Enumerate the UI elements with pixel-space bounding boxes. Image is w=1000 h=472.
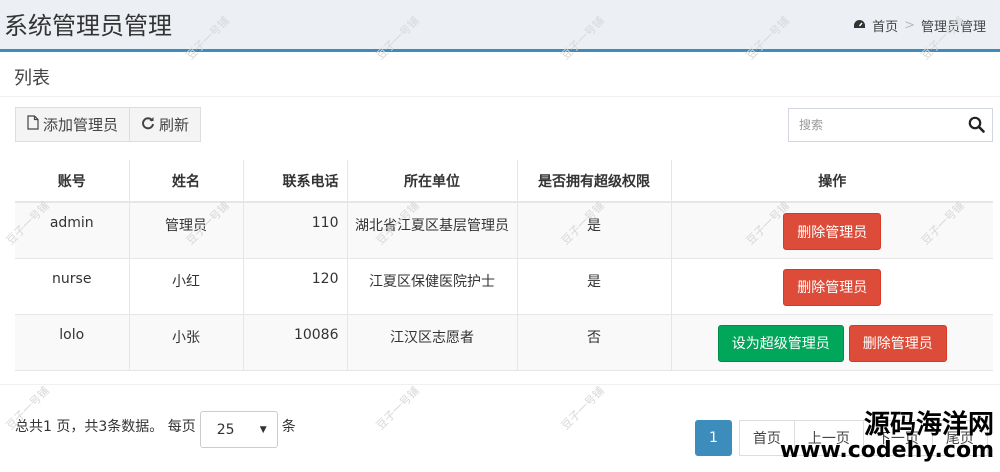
delete-admin-button[interactable]: 删除管理员 bbox=[783, 268, 882, 306]
divider bbox=[0, 96, 1000, 97]
cell-actions: 删除管理员 bbox=[671, 202, 993, 259]
cell-unit: 湖北省江夏区基层管理员 bbox=[347, 202, 518, 259]
page-1-button[interactable]: 1 bbox=[695, 420, 732, 456]
cell-name: 小张 bbox=[129, 314, 244, 371]
brand-line-2: www.codehy.com bbox=[779, 438, 994, 464]
cell-super: 否 bbox=[517, 314, 672, 371]
breadcrumb-home-link[interactable]: 首页 bbox=[872, 16, 898, 35]
table-row: nurse 小红 120 江夏区保健医院护士 是 删除管理员 bbox=[15, 258, 993, 315]
column-header-unit[interactable]: 所在单位 bbox=[347, 160, 518, 203]
search-input[interactable] bbox=[789, 109, 959, 141]
column-header-super[interactable]: 是否拥有超级权限 bbox=[517, 160, 672, 203]
search-icon[interactable] bbox=[968, 116, 985, 137]
cell-super: 是 bbox=[517, 202, 672, 259]
cell-name: 管理员 bbox=[129, 202, 244, 259]
column-header-account[interactable]: 账号 bbox=[15, 160, 130, 203]
cell-account: lolo bbox=[15, 314, 130, 371]
breadcrumb-current: 管理员管理 bbox=[920, 20, 986, 35]
cell-account: nurse bbox=[15, 258, 130, 315]
table-row: lolo 小张 10086 江汉区志愿者 否 设为超级管理员 删除管理员 bbox=[15, 314, 993, 371]
table-row: admin 管理员 110 湖北省江夏区基层管理员 是 删除管理员 bbox=[15, 202, 993, 259]
page-size-select[interactable]: 25 ▼ bbox=[199, 411, 278, 448]
caret-down-icon: ▼ bbox=[259, 424, 267, 435]
admin-table: 账号 姓名 联系电话 所在单位 是否拥有超级权限 操作 admin 管理员 11… bbox=[15, 160, 993, 371]
breadcrumb-separator: > bbox=[904, 18, 915, 33]
brand-line-1: 源码海洋网 bbox=[863, 410, 994, 440]
watermark: 豆子一号铺 bbox=[373, 384, 422, 433]
file-icon bbox=[27, 115, 39, 134]
divider bbox=[0, 384, 1000, 385]
search-box bbox=[788, 108, 993, 142]
pager-summary: 总共1 页，共3条数据。 每页 bbox=[15, 418, 196, 435]
cell-unit: 江汉区志愿者 bbox=[347, 314, 518, 371]
cell-name: 小红 bbox=[129, 258, 244, 315]
cell-actions: 设为超级管理员 删除管理员 bbox=[671, 314, 993, 371]
watermark: 豆子一号铺 bbox=[558, 384, 607, 433]
content-header: 系统管理员管理 首页 > 管理员管理 bbox=[0, 0, 1000, 52]
box-title: 列表 bbox=[14, 68, 50, 89]
cell-super: 是 bbox=[517, 258, 672, 315]
page-size-unit: 条 bbox=[281, 418, 296, 435]
site-brand-overlay: 源码海洋网 www.codehy.com bbox=[779, 410, 994, 464]
refresh-icon bbox=[141, 116, 155, 134]
cell-phone: 10086 bbox=[243, 314, 348, 371]
cell-account: admin bbox=[15, 202, 130, 259]
refresh-label: 刷新 bbox=[159, 116, 190, 134]
column-header-phone[interactable]: 联系电话 bbox=[243, 160, 348, 203]
dashboard-icon bbox=[853, 19, 866, 33]
delete-admin-button[interactable]: 删除管理员 bbox=[783, 213, 882, 250]
page-title: 系统管理员管理 bbox=[4, 12, 172, 40]
toolbar: 添加管理员 刷新 bbox=[15, 107, 202, 142]
add-admin-label: 添加管理员 bbox=[43, 116, 119, 134]
refresh-button[interactable]: 刷新 bbox=[130, 107, 202, 142]
column-header-name[interactable]: 姓名 bbox=[129, 160, 244, 203]
breadcrumb: 首页 > 管理员管理 bbox=[853, 16, 986, 35]
cell-phone: 120 bbox=[243, 258, 348, 315]
cell-unit: 江夏区保健医院护士 bbox=[347, 258, 518, 315]
column-header-actions: 操作 bbox=[671, 160, 993, 203]
cell-actions: 删除管理员 bbox=[671, 258, 993, 315]
set-super-admin-button[interactable]: 设为超级管理员 bbox=[717, 324, 844, 362]
page-size-value: 25 bbox=[216, 421, 235, 438]
delete-admin-button[interactable]: 删除管理员 bbox=[848, 324, 947, 362]
add-admin-button[interactable]: 添加管理员 bbox=[15, 107, 131, 142]
pager-info: 总共1 页，共3条数据。 每页 25 ▼ 条 bbox=[15, 403, 296, 448]
cell-phone: 110 bbox=[243, 202, 348, 259]
table-header-row: 账号 姓名 联系电话 所在单位 是否拥有超级权限 操作 bbox=[15, 160, 993, 203]
